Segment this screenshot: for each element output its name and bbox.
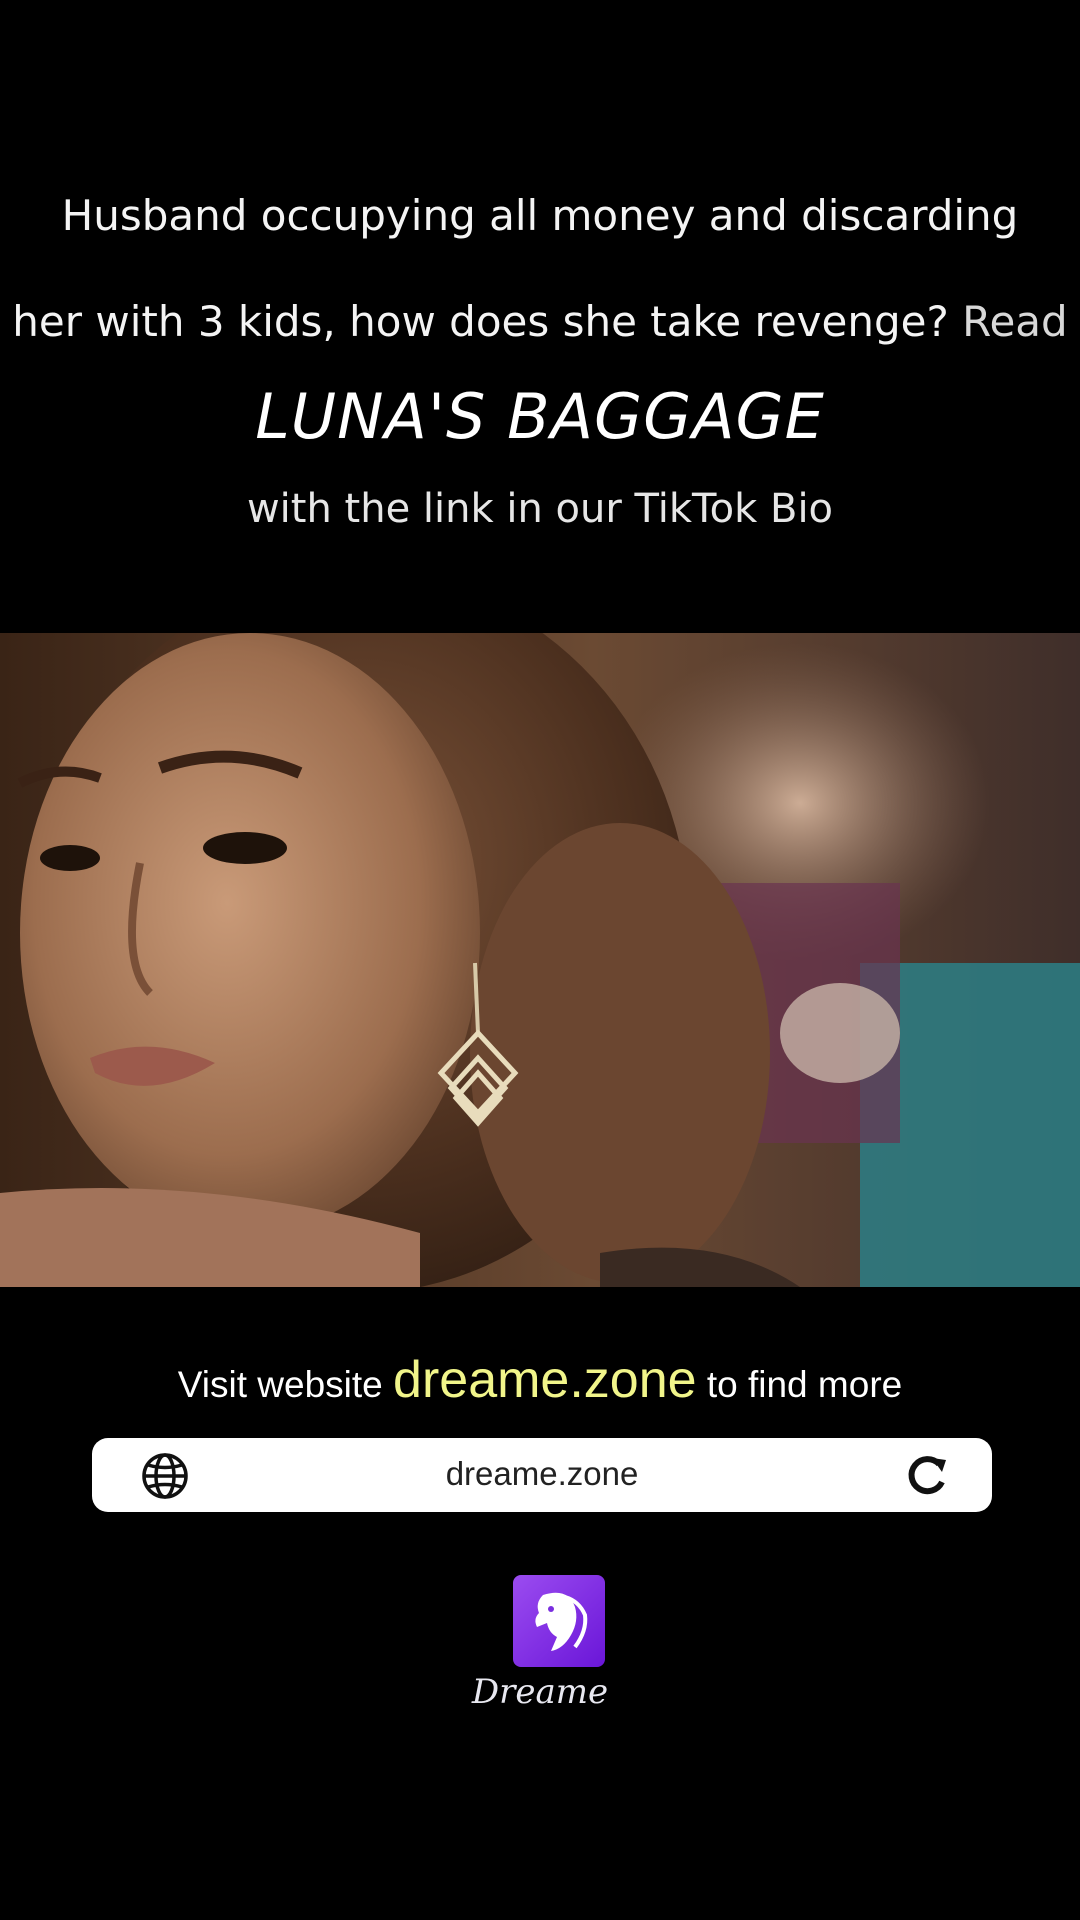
dreame-logo-icon[interactable] [513, 1575, 605, 1667]
video-frame[interactable] [0, 633, 1080, 1287]
reload-icon[interactable] [904, 1452, 950, 1498]
video-scene [0, 633, 1080, 1287]
caption-read-word: Read [962, 297, 1068, 346]
caption-subline: with the link in our TikTok Bio [246, 486, 834, 532]
brand-name: Dreame [471, 1672, 609, 1712]
visit-suffix: to find more [706, 1364, 903, 1405]
visit-prefix: Visit website [177, 1364, 383, 1405]
caption-line-2: her with 3 kids, how does she take reven… [0, 296, 1080, 348]
caption-line-1: Husband occupying all money and discardi… [61, 191, 1019, 240]
visit-website-banner: Visit website dreame.zone to find more [0, 1350, 1080, 1410]
story-title: LUNA'S BAGGAGE [255, 380, 825, 453]
address-bar-url[interactable]: dreame.zone [92, 1455, 992, 1493]
caption-line-2-text: her with 3 kids, how does she take reven… [12, 297, 949, 346]
unicorn-icon [535, 1592, 588, 1651]
visit-domain-link[interactable]: dreame.zone [393, 1351, 697, 1409]
address-bar[interactable]: dreame.zone [92, 1438, 992, 1512]
